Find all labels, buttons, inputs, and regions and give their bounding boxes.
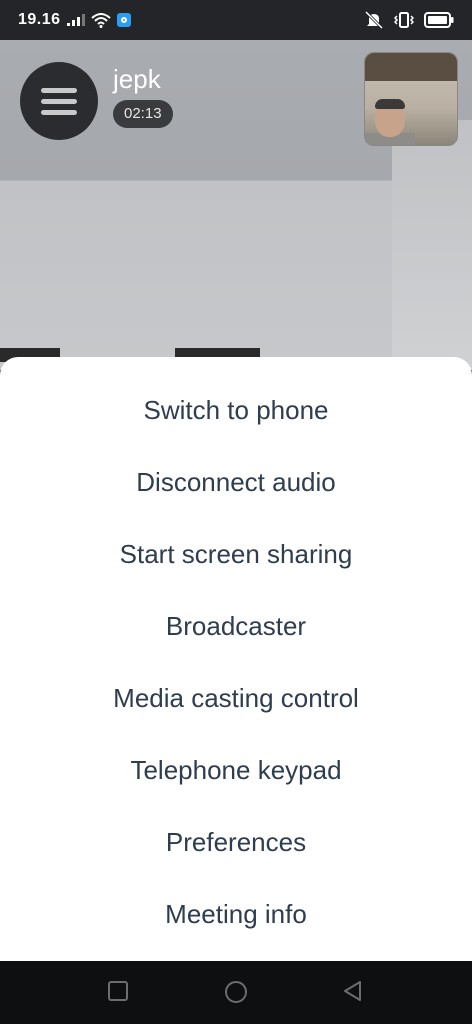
start-screen-sharing-option[interactable]: Start screen sharing: [0, 518, 472, 590]
menu-icon-bar: [41, 87, 77, 93]
broadcaster-option[interactable]: Broadcaster: [0, 590, 472, 662]
recents-square-icon[interactable]: [106, 979, 130, 1008]
mute-icon: [364, 11, 384, 29]
self-view-video[interactable]: [364, 52, 458, 146]
self-view-background: [365, 53, 457, 81]
telephone-keypad-option[interactable]: Telephone keypad: [0, 734, 472, 806]
menu-icon-bar: [41, 98, 77, 104]
vibrate-icon: [394, 12, 414, 28]
call-options-sheet: Switch to phone Disconnect audio Start s…: [0, 357, 472, 961]
signal-icon: [66, 14, 85, 26]
menu-icon-bar: [41, 109, 77, 115]
wifi-icon: [90, 12, 111, 28]
home-circle-icon[interactable]: [223, 979, 249, 1010]
media-casting-control-option[interactable]: Media casting control: [0, 662, 472, 734]
caller-name: jepk: [113, 64, 161, 94]
disconnect-audio-option[interactable]: Disconnect audio: [0, 446, 472, 518]
status-bar: 19.16: [0, 0, 472, 40]
video-wall: [392, 120, 472, 370]
menu-button[interactable]: [20, 62, 98, 140]
back-triangle-icon[interactable]: [341, 979, 365, 1008]
meeting-info-option[interactable]: Meeting info: [0, 878, 472, 950]
battery-icon: [424, 12, 454, 28]
call-timer: 02:13: [113, 100, 173, 128]
status-time: 19.16: [18, 11, 61, 28]
system-nav-bar: [0, 961, 472, 1024]
preferences-option[interactable]: Preferences: [0, 806, 472, 878]
app-notification-icon: [116, 13, 131, 27]
switch-to-phone-option[interactable]: Switch to phone: [0, 374, 472, 446]
self-view-hair: [375, 99, 405, 109]
